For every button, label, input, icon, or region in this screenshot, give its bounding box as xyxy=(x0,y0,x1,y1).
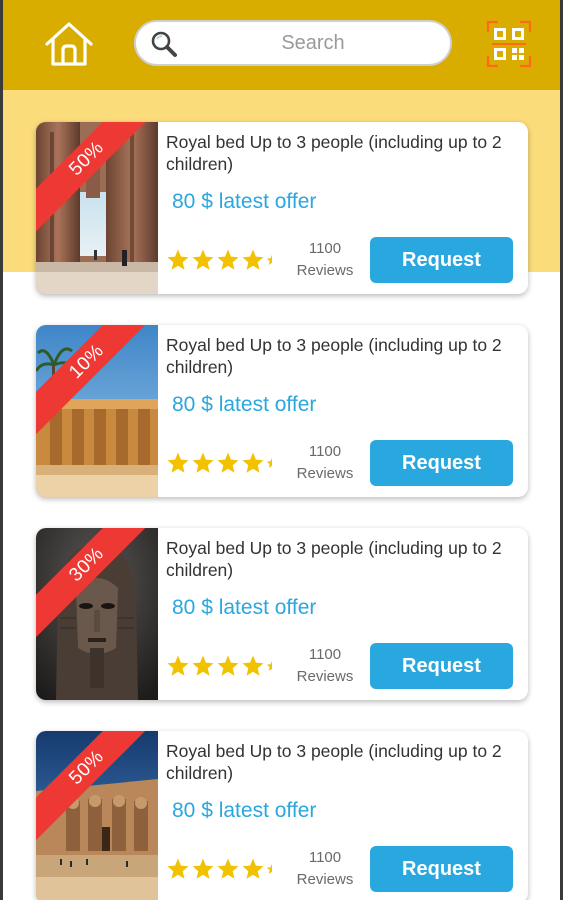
offer-photo: 50% xyxy=(36,122,158,294)
offer-list: 50% Royal bed Up to 3 people (including … xyxy=(36,122,528,900)
review-label: Reviews xyxy=(296,262,354,279)
star-icon xyxy=(167,249,189,270)
half-star-icon xyxy=(266,660,272,671)
offer-photo: 30% xyxy=(36,528,158,700)
star-icon xyxy=(242,452,264,473)
review-label: Reviews xyxy=(296,668,354,685)
request-button[interactable]: Request xyxy=(370,440,513,486)
offer-card[interactable]: 50% Royal bed Up to 3 people (including … xyxy=(36,731,528,900)
offer-card[interactable]: 30% Royal bed Up to 3 people (including … xyxy=(36,528,528,700)
discount-label: 50% xyxy=(36,122,158,241)
discount-label: 10% xyxy=(36,325,158,444)
star-rating xyxy=(166,654,279,678)
top-bar xyxy=(0,0,563,90)
star-icon xyxy=(167,858,189,879)
offer-title: Royal bed Up to 3 people (including up t… xyxy=(166,335,502,377)
search-input[interactable] xyxy=(188,28,438,58)
star-rating xyxy=(166,451,279,475)
discount-ribbon: 50% xyxy=(36,122,158,294)
qr-scan-icon xyxy=(486,20,532,68)
star-icon xyxy=(167,452,189,473)
discount-ribbon: 10% xyxy=(36,325,158,497)
review-count: 1100 Reviews xyxy=(288,238,362,282)
star-icon xyxy=(217,249,239,270)
review-number: 1100 xyxy=(308,443,342,460)
offer-title: Royal bed Up to 3 people (including up t… xyxy=(166,741,502,783)
request-button[interactable]: Request xyxy=(370,237,513,283)
star-icon xyxy=(167,655,189,676)
review-count: 1100 Reviews xyxy=(288,847,362,891)
review-number: 1100 xyxy=(308,849,342,866)
home-icon xyxy=(45,22,93,66)
offer-title: Royal bed Up to 3 people (including up t… xyxy=(166,538,502,580)
review-label: Reviews xyxy=(296,465,354,482)
search-icon xyxy=(151,31,177,57)
offer-title: Royal bed Up to 3 people (including up t… xyxy=(166,132,502,174)
star-icon xyxy=(192,452,214,473)
star-icon xyxy=(217,452,239,473)
star-icon xyxy=(242,858,264,879)
app-screen: 50% Royal bed Up to 3 people (including … xyxy=(0,0,563,900)
star-icon xyxy=(192,655,214,676)
review-label: Reviews xyxy=(296,871,354,888)
half-star-icon xyxy=(266,863,272,874)
review-number: 1100 xyxy=(308,240,342,257)
discount-label: 50% xyxy=(36,731,158,850)
offer-photo: 50% xyxy=(36,731,158,900)
offer-price-link[interactable]: 80 $ latest offer xyxy=(172,596,316,620)
star-icon xyxy=(217,858,239,879)
request-button[interactable]: Request xyxy=(370,846,513,892)
offer-price-link[interactable]: 80 $ latest offer xyxy=(172,799,316,823)
home-button[interactable] xyxy=(42,20,96,68)
offer-card[interactable]: 10% Royal bed Up to 3 people (including … xyxy=(36,325,528,497)
half-star-icon xyxy=(266,254,272,265)
star-icon xyxy=(217,655,239,676)
offer-card[interactable]: 50% Royal bed Up to 3 people (including … xyxy=(36,122,528,294)
star-icon xyxy=(242,249,264,270)
offer-photo: 10% xyxy=(36,325,158,497)
star-rating xyxy=(166,248,279,272)
search-bar[interactable] xyxy=(134,20,452,66)
star-icon xyxy=(242,655,264,676)
discount-ribbon: 30% xyxy=(36,528,158,700)
qr-scan-button[interactable] xyxy=(486,20,532,68)
discount-label: 30% xyxy=(36,528,158,647)
half-star-icon xyxy=(266,457,272,468)
review-number: 1100 xyxy=(308,646,342,663)
offer-price-link[interactable]: 80 $ latest offer xyxy=(172,393,316,417)
review-count: 1100 Reviews xyxy=(288,441,362,485)
star-icon xyxy=(192,858,214,879)
star-icon xyxy=(192,249,214,270)
review-count: 1100 Reviews xyxy=(288,644,362,688)
star-rating xyxy=(166,857,279,881)
request-button[interactable]: Request xyxy=(370,643,513,689)
discount-ribbon: 50% xyxy=(36,731,158,900)
offer-price-link[interactable]: 80 $ latest offer xyxy=(172,190,316,214)
